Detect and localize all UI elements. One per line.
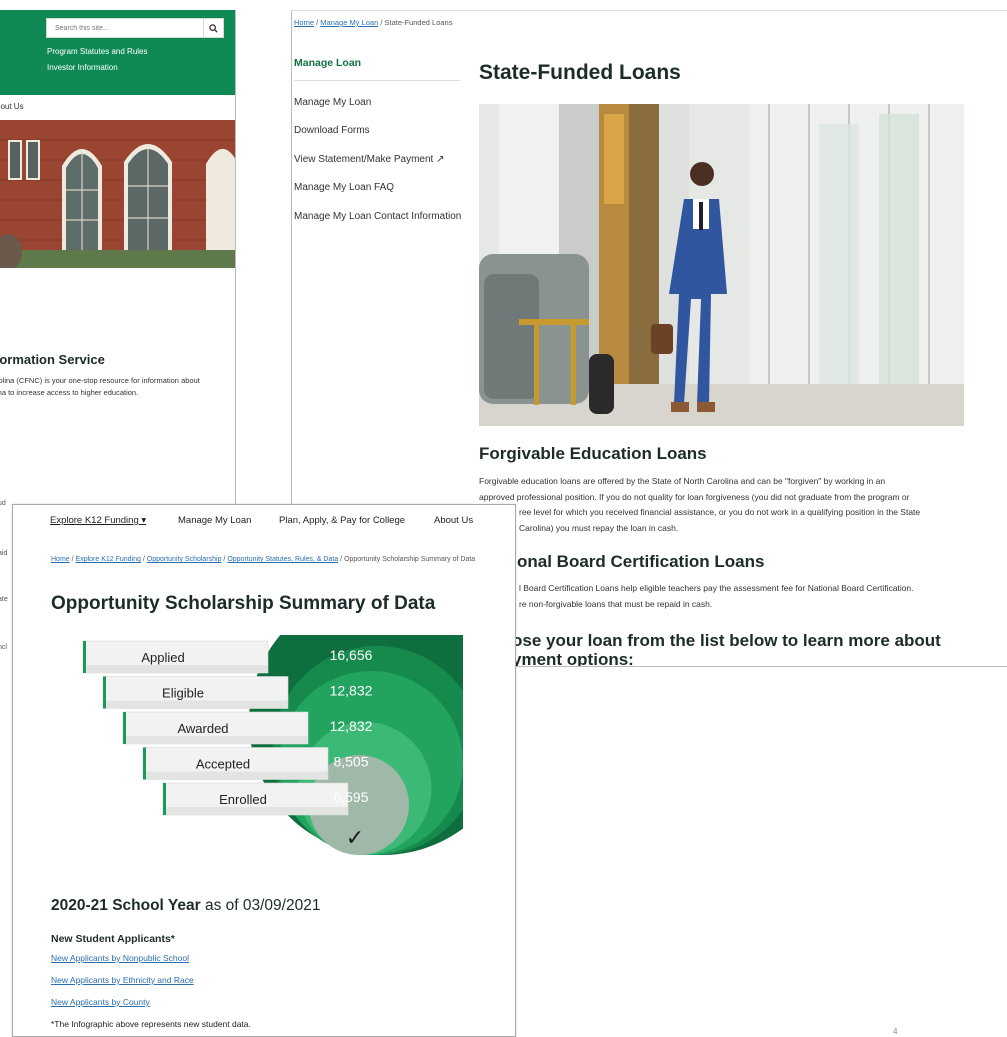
nav-explore-k12-funding[interactable]: Explore K12 Funding ▾ xyxy=(50,515,146,526)
cropped-text: ate xyxy=(0,596,8,603)
section-heading-choose-loan: ose your loan from the list below to lea… xyxy=(512,631,1007,667)
applicants-heading: New Student Applicants* xyxy=(51,933,175,945)
link-by-ethnicity-race[interactable]: New Applicants by Ethnicity and Race xyxy=(51,975,194,985)
sidebar-item-view-statement[interactable]: View Statement/Make Payment ↗ xyxy=(294,152,464,167)
category-bar-shade xyxy=(123,736,308,744)
category-value: 16,656 xyxy=(330,647,373,663)
category-value: 12,832 xyxy=(330,718,373,734)
search-box xyxy=(46,18,224,38)
category-label: Enrolled xyxy=(219,792,267,807)
breadcrumb-home[interactable]: Home xyxy=(51,556,70,563)
section-heading-forgivable: Forgivable Education Loans xyxy=(479,444,707,463)
footnote: *The Infographic above represents new st… xyxy=(51,1019,251,1029)
top-nav: Explore K12 Funding ▾ Manage My Loan Pla… xyxy=(13,515,515,529)
breadcrumb-current: State-Funded Loans xyxy=(384,18,453,27)
paragraph-line: re non-forgivable loans that must be rep… xyxy=(519,598,713,609)
nav-link-about-us[interactable]: bout Us xyxy=(0,102,24,111)
school-year-heading: 2020-21 School Year as of 03/09/2021 xyxy=(51,897,320,915)
cropped-text: ud xyxy=(0,500,6,507)
category-bar-shade xyxy=(103,700,288,709)
campus-building-photo xyxy=(0,120,235,268)
search-input[interactable] xyxy=(47,19,203,37)
category-value: 12,832 xyxy=(330,683,373,699)
sidebar-item-faq[interactable]: Manage My Loan FAQ xyxy=(294,180,464,195)
category-bar-accent xyxy=(103,676,106,709)
category-value: 8,505 xyxy=(333,754,368,770)
nav-plan-apply-pay[interactable]: Plan, Apply, & Pay for College xyxy=(279,515,405,526)
info-text-line: rolina (CFNC) is your one-stop resource … xyxy=(0,376,200,385)
businessman-walking-photo xyxy=(479,104,964,426)
category-label: Accepted xyxy=(196,757,250,772)
category-label: Applied xyxy=(141,650,184,665)
school-year: 2020-21 School Year xyxy=(51,897,201,914)
scholarship-funnel-infographic: Applied 16,656 Eligible 12,832 Awarded 12,832… xyxy=(83,635,463,855)
sidebar-divider xyxy=(294,80,460,81)
nav-about-us[interactable]: About Us xyxy=(434,515,473,526)
page-title: Opportunity Scholarship Summary of Data xyxy=(51,593,436,614)
link-by-nonpublic-school[interactable]: New Applicants by Nonpublic School xyxy=(51,953,189,963)
nav-manage-my-loan[interactable]: Manage My Loan xyxy=(178,515,251,526)
breadcrumb-explore[interactable]: Explore K12 Funding xyxy=(76,556,141,563)
sidebar-item-manage-my-loan[interactable]: Manage My Loan xyxy=(294,95,464,110)
breadcrumb-scholarship[interactable]: Opportunity Scholarship xyxy=(147,556,222,563)
info-service-text: rolina (CFNC) is your one-stop resource … xyxy=(0,375,232,399)
link-by-county[interactable]: New Applicants by County xyxy=(51,997,150,1007)
paragraph-line: l Board Certification Loans help eligibl… xyxy=(519,583,914,593)
breadcrumb-statutes[interactable]: Opportunity Statutes, Rules, & Data xyxy=(227,556,338,563)
dropdown-caret-icon: ▾ xyxy=(141,515,147,526)
cropped-text: ncl xyxy=(0,644,7,651)
category-bar-shade xyxy=(163,807,348,815)
heading-line: yment options: xyxy=(512,650,634,667)
breadcrumb-manage-my-loan[interactable]: Manage My Loan xyxy=(320,18,378,27)
forgivable-paragraph: Forgivable education loans are offered b… xyxy=(479,474,1007,536)
section-heading-board-certification: onal Board Certification Loans xyxy=(517,552,765,571)
header-links: Program Statutes and Rules Investor Info… xyxy=(47,44,148,76)
funnel-row-enrolled: Enrolled 6,595 xyxy=(162,782,369,816)
paragraph-line: Forgivable education loans are offered b… xyxy=(479,476,886,486)
breadcrumb: Home / Explore K12 Funding / Opportunity… xyxy=(51,556,476,563)
sidebar-item-contact-information[interactable]: Manage My Loan Contact Information xyxy=(294,209,464,224)
paragraph-line: approved professional position. If you d… xyxy=(479,491,910,502)
category-bar-accent xyxy=(83,641,86,673)
category-label: Awarded xyxy=(177,721,228,736)
page-title: State-Funded Loans xyxy=(479,61,681,84)
breadcrumb-home[interactable]: Home xyxy=(294,18,314,27)
paragraph-line: Carolina) you must repay the loan in cas… xyxy=(519,522,679,533)
paragraph-line: ree level for which you received financi… xyxy=(519,507,921,517)
sidebar-item-download-forms[interactable]: Download Forms xyxy=(294,123,464,138)
nav-link-investor-information[interactable]: Investor Information xyxy=(47,60,148,76)
category-bar-accent xyxy=(123,712,126,744)
nav-link-program-statutes[interactable]: Program Statutes and Rules xyxy=(47,44,148,60)
category-bar-accent xyxy=(143,747,146,780)
as-of-date: as of 03/09/2021 xyxy=(204,897,321,914)
sidebar-title: Manage Loan xyxy=(294,57,362,69)
info-service-heading: formation Service xyxy=(0,352,105,367)
cropped-text: aid xyxy=(0,550,8,557)
board-certification-paragraph: l Board Certification Loans help eligibl… xyxy=(519,581,999,612)
category-bar-shade xyxy=(83,665,268,673)
corner-mark: 4 xyxy=(893,1027,898,1036)
category-bar-accent xyxy=(163,783,166,815)
breadcrumb-current: Opportunity Scholarship Summary of Data xyxy=(344,556,476,563)
foreground-page: Explore K12 Funding ▾ Manage My Loan Pla… xyxy=(12,504,516,1037)
search-icon[interactable] xyxy=(203,19,223,37)
nav-label: Explore K12 Funding xyxy=(50,515,139,526)
checkmark-icon: ✓ xyxy=(346,826,364,851)
breadcrumb: Home / Manage My Loan / State-Funded Loa… xyxy=(294,18,453,27)
category-label: Eligible xyxy=(162,686,204,701)
category-bar-shade xyxy=(143,771,328,780)
heading-line: ose your loan from the list below to lea… xyxy=(512,631,941,650)
info-text-line: ina to increase access to higher educati… xyxy=(0,388,139,397)
category-value: 6,595 xyxy=(333,789,368,805)
